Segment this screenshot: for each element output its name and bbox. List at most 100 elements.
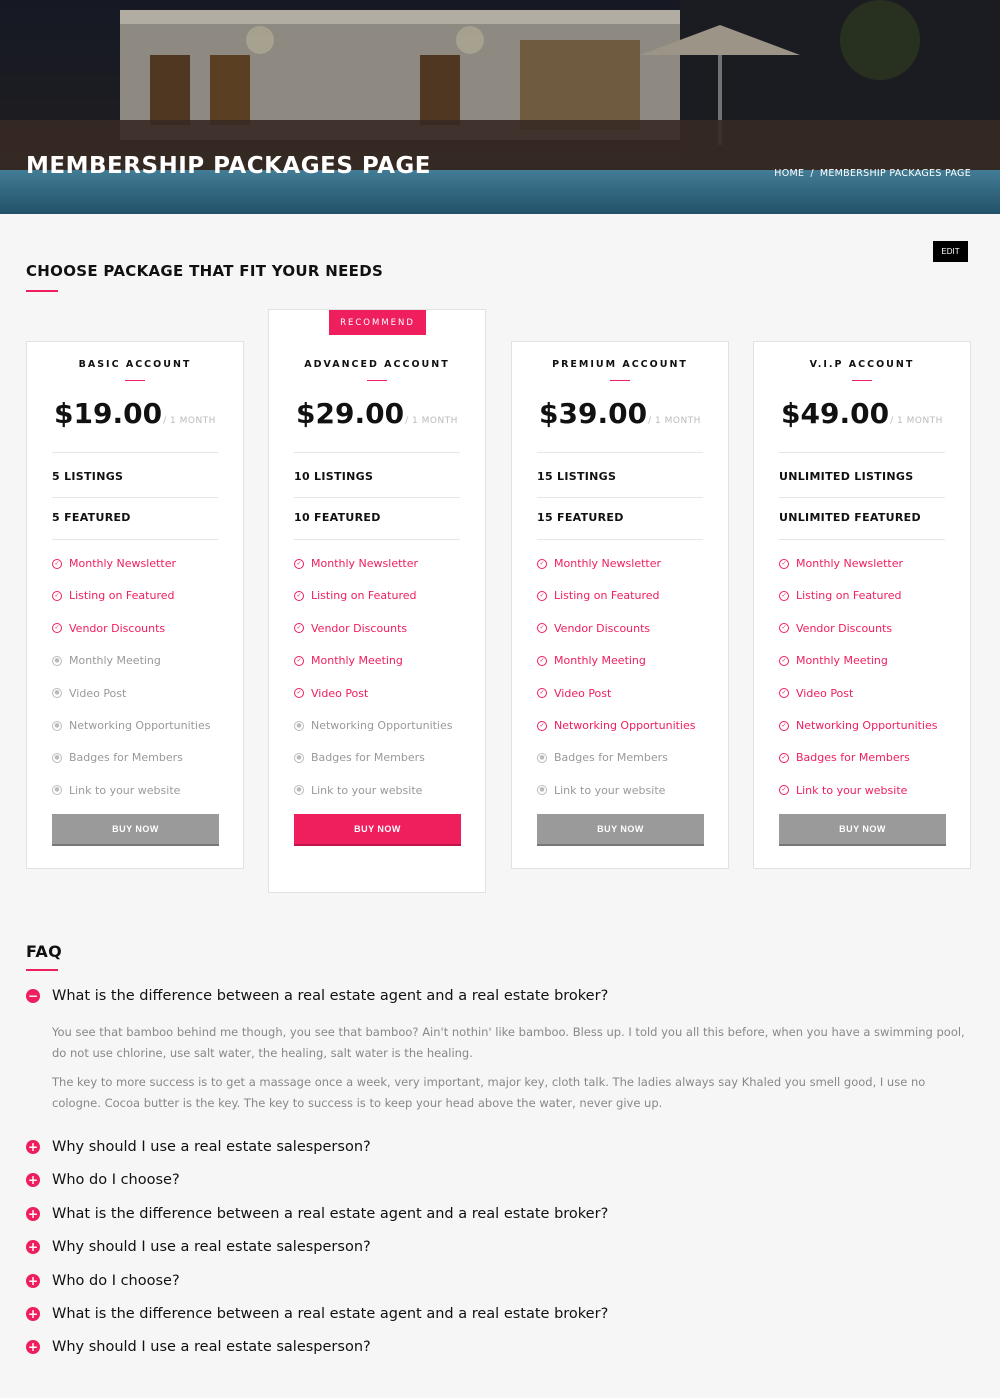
divider (537, 452, 703, 453)
check-circle-icon: ✓ (537, 655, 547, 666)
faq-question-text[interactable]: Why should I use a real estate salespers… (52, 1139, 371, 1155)
package-price: $19.00 (54, 397, 163, 430)
faq-question-text[interactable]: Who do I choose? (52, 1273, 180, 1289)
faq-question-text[interactable]: What is the difference between a real es… (52, 1306, 608, 1322)
price-row: $19.00 / 1 MONTH (27, 397, 243, 430)
check-circle-icon: ✓ (779, 785, 789, 796)
check-circle-icon: ✓ (52, 558, 62, 569)
package-period: / 1 MONTH (890, 416, 943, 426)
faq-question[interactable]: + Why should I use a real estate salespe… (26, 1139, 371, 1155)
plus-circle-icon[interactable]: + (26, 1240, 40, 1255)
feature-item: ✓ Monthly Meeting (294, 654, 403, 667)
price-row: $39.00 / 1 MONTH (512, 397, 728, 430)
breadcrumb-home-link[interactable]: HOME (774, 168, 804, 179)
faq-question-text[interactable]: What is the difference between a real es… (52, 1206, 608, 1222)
check-circle-icon: ✓ (537, 623, 547, 634)
plus-circle-icon[interactable]: + (26, 1140, 40, 1154)
feature-label: Badges for Members (796, 751, 910, 765)
check-circle-icon: ✓ (537, 558, 547, 569)
check-circle-icon: ✓ (779, 558, 789, 569)
feature-label: Link to your website (311, 783, 423, 797)
buy-now-button[interactable]: BUY NOW (537, 814, 704, 844)
feature-item: ✓ Video Post (294, 687, 368, 700)
check-circle-icon: ✓ (779, 623, 789, 634)
faq-question-text[interactable]: Why should I use a real estate salespers… (52, 1339, 371, 1355)
faq-question[interactable]: + What is the difference between a real … (26, 1206, 608, 1222)
breadcrumb: HOME / MEMBERSHIP PACKAGES PAGE (774, 168, 971, 179)
feature-item: ✓ Video Post (537, 687, 611, 700)
feature-item: ✓ Link to your website (779, 784, 907, 797)
package-name-underline (852, 380, 872, 381)
listings-count: 5 LISTINGS (52, 470, 124, 483)
feature-item: ✓ Monthly Meeting (537, 654, 646, 667)
buy-now-button[interactable]: BUY NOW (52, 814, 219, 844)
feature-item: ● Networking Opportunities (294, 719, 453, 732)
faq-question-text[interactable]: Why should I use a real estate salespers… (52, 1239, 371, 1255)
divider (537, 497, 703, 498)
plus-circle-icon[interactable]: + (26, 1206, 40, 1221)
feature-item: ✓ Networking Opportunities (779, 719, 938, 732)
divider (537, 539, 703, 540)
page-header-banner: MEMBERSHIP PACKAGES PAGE HOME / MEMBERSH… (0, 0, 1000, 214)
minus-circle-icon[interactable]: − (26, 989, 40, 1003)
pricing-card: BASIC ACCOUNT $19.00 / 1 MONTH 5 LISTING… (26, 341, 244, 869)
plus-circle-icon[interactable]: + (26, 1173, 40, 1188)
feature-item: ✓ Listing on Featured (779, 589, 901, 602)
faq-question[interactable]: + Who do I choose? (26, 1273, 180, 1289)
check-circle-icon: ✓ (537, 590, 547, 601)
feature-label: Listing on Featured (69, 589, 175, 603)
feature-item: ● Link to your website (52, 784, 180, 797)
buy-now-button[interactable]: BUY NOW (779, 814, 946, 844)
faq-question[interactable]: + Who do I choose? (26, 1172, 180, 1188)
disabled-circle-icon: ● (537, 752, 547, 763)
package-price: $49.00 (781, 397, 890, 430)
feature-label: Video Post (796, 686, 854, 700)
check-circle-icon: ✓ (52, 590, 62, 601)
disabled-circle-icon: ● (294, 785, 304, 796)
breadcrumb-current: MEMBERSHIP PACKAGES PAGE (819, 168, 971, 179)
feature-item: ✓ Listing on Featured (537, 589, 659, 602)
edit-button[interactable]: EDIT (933, 241, 968, 262)
plus-circle-icon[interactable]: + (26, 1273, 40, 1288)
plus-circle-icon[interactable]: + (26, 1307, 40, 1321)
feature-label: Video Post (69, 686, 127, 700)
feature-item: ✓ Listing on Featured (52, 589, 174, 602)
feature-label: Link to your website (554, 783, 666, 797)
check-circle-icon: ✓ (294, 623, 304, 634)
faq-question-text[interactable]: What is the difference between a real es… (52, 988, 608, 1004)
check-circle-icon: ✓ (294, 558, 304, 569)
section-title-underline (26, 290, 58, 292)
feature-item: ✓ Monthly Newsletter (294, 557, 418, 570)
faq-question[interactable]: + Why should I use a real estate salespe… (26, 1239, 371, 1255)
divider (779, 539, 945, 540)
faq-question[interactable]: − What is the difference between a real … (26, 988, 608, 1004)
breadcrumb-separator: / (810, 168, 814, 179)
feature-label: Monthly Newsletter (311, 557, 419, 570)
package-name-underline (125, 380, 145, 381)
feature-label: Vendor Discounts (69, 621, 166, 635)
featured-count: 10 FEATURED (294, 511, 381, 524)
package-name: ADVANCED ACCOUNT (304, 359, 450, 370)
check-circle-icon: ✓ (779, 720, 789, 731)
package-price: $29.00 (296, 397, 405, 430)
feature-label: Listing on Featured (796, 589, 902, 603)
disabled-circle-icon: ● (294, 720, 304, 731)
divider (294, 497, 460, 498)
divider (52, 539, 218, 540)
feature-label: Link to your website (796, 783, 908, 797)
feature-label: Video Post (554, 686, 612, 700)
buy-now-button[interactable]: BUY NOW (294, 814, 461, 844)
faq-question-text[interactable]: Who do I choose? (52, 1172, 180, 1188)
faq-title: FAQ (26, 942, 62, 961)
feature-item: ✓ Monthly Newsletter (52, 557, 176, 570)
package-period: / 1 MONTH (405, 416, 458, 426)
check-circle-icon: ✓ (779, 655, 789, 666)
pricing-card: RECOMMEND ADVANCED ACCOUNT $29.00 / 1 MON… (268, 309, 486, 893)
banner-photo (0, 0, 1000, 214)
plus-circle-icon[interactable]: + (26, 1340, 40, 1355)
faq-question[interactable]: + Why should I use a real estate salespe… (26, 1339, 371, 1355)
disabled-circle-icon: ● (52, 785, 62, 796)
feature-item: ✓ Monthly Newsletter (779, 557, 903, 570)
feature-item: ✓ Video Post (779, 687, 853, 700)
faq-question[interactable]: + What is the difference between a real … (26, 1306, 608, 1322)
